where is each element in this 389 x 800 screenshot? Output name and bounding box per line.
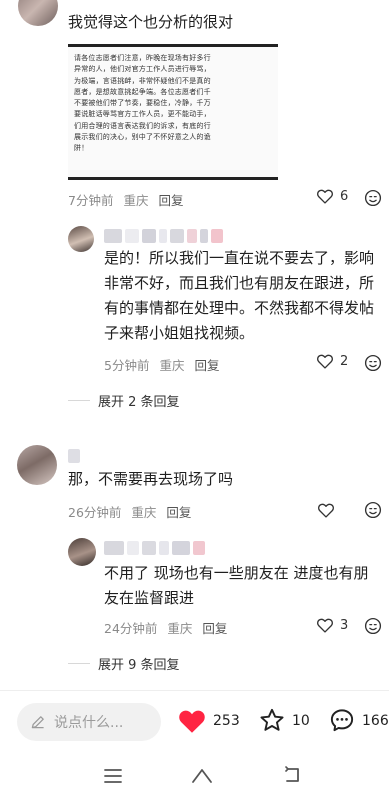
image-text-line: 们用合理的语言表达我们的诉求，有底的行 [74,121,211,130]
image-text-line: 请各位志愿者们注意，昨晚在现场有好多行 [74,54,211,62]
avatar[interactable] [17,445,57,485]
comment-text: 是的！所以我们一直在说不要去了，影响 非常不好，而且我们也有朋友在跟进，所 有的… [104,246,374,346]
star-outline-icon [260,708,284,731]
comment-text-line: 是的！所以我们一直在说不要去了，影响 [104,249,375,267]
expand-replies-label: 展开 9 条回复 [98,658,180,673]
comment-meta: 26分钟前 重庆 回复 [68,502,191,521]
comment-text: 我觉得这个也分析的很对 [68,13,234,31]
comment-time: 7分钟前 [68,193,114,208]
comment-location: 重庆 [123,193,149,208]
divider [68,400,90,401]
like-button[interactable]: 3 [316,617,348,633]
favorite-button[interactable]: 10 [258,707,310,734]
emoji-icon[interactable] [364,354,382,372]
image-text-line: 要说脏话辱骂官方工作人员，更不能动手， [74,110,211,119]
comment-time: 26分钟前 [68,505,122,520]
like-post-button[interactable]: 253 [177,707,240,734]
author-name[interactable] [68,449,80,465]
comment-text: 那，不需要再去现场了吗 [68,470,234,488]
bottom-action-bar: 说点什么... 253 10 166 [0,690,389,752]
favorite-count: 10 [292,712,310,729]
comment-location: 重庆 [159,358,185,373]
comment-text-line: 非常不好，而且我们也有朋友在跟进，所 [104,274,375,292]
expand-replies-label: 展开 2 条回复 [98,395,180,410]
comment-input[interactable]: 说点什么... [17,703,161,741]
avatar[interactable] [18,0,58,26]
comment-text-line: 不用了 现场也有一些朋友在 进度也有朋 [104,564,369,582]
reply-button[interactable]: 回复 [166,502,191,521]
expand-replies-button[interactable]: 展开 9 条回复 [68,654,180,673]
like-button[interactable]: 2 [316,353,348,369]
like-count: 3 [340,617,349,633]
comment-meta: 24分钟前 重庆 回复 [104,618,227,637]
comment-icon [330,709,354,732]
comment-meta: 7分钟前 重庆 回复 [68,190,183,209]
system-navigation-bar [0,752,389,800]
expand-replies-button[interactable]: 展开 2 条回复 [68,391,180,410]
like-count: 6 [340,188,349,204]
reply-button[interactable]: 回复 [158,190,183,209]
comment-meta: 5分钟前 重庆 回复 [104,355,219,374]
comment-location: 重庆 [167,621,193,636]
emoji-icon[interactable] [364,189,382,207]
like-button[interactable]: 6 [316,188,348,204]
emoji-icon[interactable] [364,501,382,519]
image-text-line: 愿者，是想故意挑起争端。各位志愿者们千 [74,87,211,96]
comment-text-line: 子来帮小姐姐找视频。 [104,324,255,342]
image-text-line: 异常的人，他们对官方工作人员进行辱骂， [74,65,211,74]
divider [68,663,90,664]
comment-text-line: 有的事情都在处理中。不然我都不得发帖 [104,299,375,317]
back-icon[interactable] [282,766,302,784]
comment-time: 5分钟前 [104,358,150,373]
image-text-line: 不要被他们带了节奏，要稳住，冷静，千万 [74,99,211,108]
comment-count: 166 [362,712,389,729]
reply-button[interactable]: 回复 [194,355,219,374]
heart-outline-icon [317,354,333,369]
heart-outline-icon [317,189,333,204]
heart-outline-icon [317,618,333,633]
emoji-icon[interactable] [364,617,382,635]
comment-image[interactable]: 请各位志愿者们注意，昨晚在现场有好多行 异常的人，他们对官方工作人员进行辱骂， … [68,44,278,180]
image-text-line: 阱！ [74,144,89,153]
comment-input-placeholder: 说点什么... [54,715,124,731]
comment-location: 重庆 [131,505,157,520]
heart-outline-icon[interactable] [317,502,335,518]
comment-time: 24分钟前 [104,621,158,636]
reply-button[interactable]: 回复 [202,618,227,637]
comment-button[interactable]: 166 [328,707,389,734]
image-text-line: 展示我们的决心，别中了不怀好意之人的诡 [74,133,211,142]
image-text-line: 为极端，言语挑衅，非常怀疑他们不是真的 [74,76,211,85]
avatar[interactable] [68,538,96,566]
author-name[interactable] [104,229,223,245]
pencil-icon [31,716,44,729]
avatar[interactable] [68,226,94,252]
menu-icon[interactable] [103,768,123,784]
like-count: 253 [213,712,240,729]
heart-filled-icon [179,710,205,733]
author-name[interactable] [104,541,205,557]
comment-text: 不用了 现场也有一些朋友在 进度也有朋 友在监督跟进 [104,561,369,611]
like-count: 2 [340,353,349,369]
home-icon[interactable] [191,766,213,784]
comment-text-line: 友在监督跟进 [104,589,195,607]
